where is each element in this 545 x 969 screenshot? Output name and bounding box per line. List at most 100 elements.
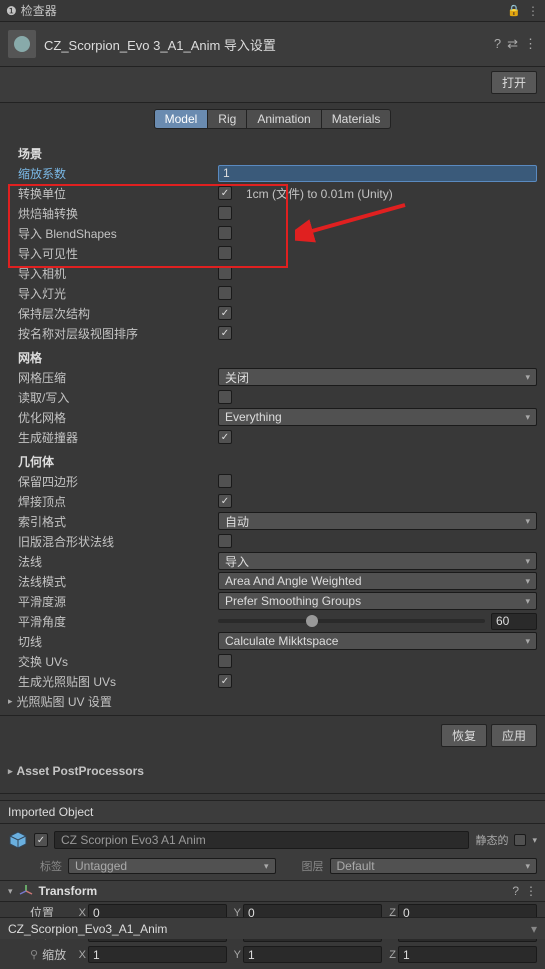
cameras-checkbox[interactable] [218, 266, 232, 280]
static-dropdown-icon[interactable]: ▾ [532, 835, 537, 846]
smoothing-source-dropdown[interactable]: Prefer Smoothing Groups [218, 592, 537, 610]
cameras-label: 导入相机 [18, 265, 218, 282]
blendshapes-checkbox[interactable] [218, 226, 232, 240]
lightmap-settings-foldout[interactable]: 光照贴图 UV 设置 [8, 691, 537, 711]
apply-button[interactable]: 应用 [491, 724, 537, 747]
inspector-title: ❶ 检查器 [6, 2, 507, 19]
tangents-dropdown[interactable]: Calculate Mikktspace [218, 632, 537, 650]
static-label: 静态的 [475, 832, 508, 848]
colliders-checkbox[interactable] [218, 430, 232, 444]
scale-factor-label: 缩放系数 [18, 165, 218, 182]
hierarchy-checkbox[interactable] [218, 306, 232, 320]
tab-animation[interactable]: Animation [247, 109, 321, 129]
object-enabled-checkbox[interactable] [34, 833, 48, 847]
postprocessors-foldout[interactable]: Asset PostProcessors [8, 761, 537, 781]
gen-lightmap-checkbox[interactable] [218, 674, 232, 688]
asset-header: CZ_Scorpion_Evo 3_A1_Anim 导入设置 ? ⇄ ⋮ [0, 22, 545, 67]
index-format-label: 索引格式 [18, 513, 218, 530]
bake-axis-label: 烘焙轴转换 [18, 205, 218, 222]
open-row: 打开 [0, 67, 545, 103]
open-button[interactable]: 打开 [491, 71, 537, 94]
visibility-label: 导入可见性 [18, 245, 218, 262]
convert-units-checkbox[interactable] [218, 186, 232, 200]
compression-dropdown[interactable]: 关闭 [218, 368, 537, 386]
transform-title: Transform [39, 884, 507, 898]
convert-units-label: 转换单位 [18, 185, 218, 202]
meshes-header: 网格 [18, 347, 537, 367]
keep-quads-label: 保留四边形 [18, 473, 218, 490]
tag-dropdown[interactable]: Untagged [68, 858, 276, 874]
normals-dropdown[interactable]: 导入 [218, 552, 537, 570]
normals-label: 法线 [18, 553, 218, 570]
weld-label: 焊接顶点 [18, 493, 218, 510]
transform-help-icon[interactable]: ? [512, 884, 519, 898]
scene-header: 场景 [18, 143, 537, 163]
optimize-dropdown[interactable]: Everything [218, 408, 537, 426]
revert-button[interactable]: 恢复 [441, 724, 487, 747]
scale-factor-input[interactable] [218, 165, 537, 182]
read-write-checkbox[interactable] [218, 390, 232, 404]
transform-header[interactable]: ▾ Transform ? ⋮ [0, 881, 545, 902]
convert-units-info: 1cm (文件) to 0.01m (Unity) [246, 185, 393, 202]
legacy-blend-label: 旧版混合形状法线 [18, 533, 218, 550]
tangents-label: 切线 [18, 633, 218, 650]
transform-foldout-icon[interactable]: ▾ [8, 886, 13, 897]
bake-axis-checkbox[interactable] [218, 206, 232, 220]
blendshapes-label: 导入 BlendShapes [18, 225, 218, 242]
tab-materials[interactable]: Materials [322, 109, 392, 129]
read-write-label: 读取/写入 [18, 389, 218, 406]
tag-label: 标签 [40, 858, 62, 874]
context-menu-icon[interactable]: ⋮ [527, 4, 539, 18]
colliders-label: 生成碰撞器 [18, 429, 218, 446]
lights-label: 导入灯光 [18, 285, 218, 302]
importer-tabs: Model Rig Animation Materials [0, 103, 545, 135]
object-header: CZ Scorpion Evo3 A1 Anim 静态的 ▾ [0, 824, 545, 856]
tab-model[interactable]: Model [154, 109, 209, 129]
layer-dropdown[interactable]: Default [330, 858, 538, 874]
smoothing-angle-slider[interactable] [218, 619, 485, 623]
gen-lightmap-label: 生成光照贴图 UVs [18, 673, 218, 690]
tag-layer-row: 标签 Untagged 图层 Default [0, 856, 545, 881]
index-format-dropdown[interactable]: 自动 [218, 512, 537, 530]
smoothing-angle-label: 平滑角度 [18, 613, 218, 630]
scale-label: 缩放 [42, 946, 66, 963]
scale-link-icon[interactable]: ⚲ [30, 948, 38, 961]
scale-x-input[interactable] [88, 946, 227, 963]
asset-menu-icon[interactable]: ⋮ [524, 36, 537, 52]
normals-mode-dropdown[interactable]: Area And Angle Weighted [218, 572, 537, 590]
scale-y-input[interactable] [243, 946, 382, 963]
swap-uvs-checkbox[interactable] [218, 654, 232, 668]
normals-mode-label: 法线模式 [18, 573, 218, 590]
sort-by-name-label: 按名称对层级视图排序 [18, 325, 218, 342]
weld-checkbox[interactable] [218, 494, 232, 508]
scale-z-input[interactable] [398, 946, 537, 963]
legacy-blend-checkbox[interactable] [218, 534, 232, 548]
object-name-field[interactable]: CZ Scorpion Evo3 A1 Anim [54, 831, 469, 849]
static-checkbox[interactable] [514, 834, 526, 846]
swap-uvs-label: 交换 UVs [18, 653, 218, 670]
prefab-icon [8, 830, 28, 850]
status-dropdown-icon[interactable]: ▾ [531, 922, 537, 936]
help-icon[interactable]: ? [494, 36, 501, 52]
asset-thumbnail [8, 30, 36, 58]
preset-icon[interactable]: ⇄ [507, 36, 518, 52]
status-bar: CZ_Scorpion_Evo3_A1_Anim ▾ [0, 917, 545, 939]
inspector-titlebar: ❶ 检查器 🔒 ⋮ [0, 0, 545, 22]
scene-panel: 场景 缩放系数 转换单位 1cm (文件) to 0.01m (Unity) 烘… [0, 135, 545, 715]
lights-checkbox[interactable] [218, 286, 232, 300]
smoothing-angle-input[interactable] [491, 613, 537, 630]
visibility-checkbox[interactable] [218, 246, 232, 260]
inspector-title-text: 检查器 [21, 2, 57, 19]
sort-by-name-checkbox[interactable] [218, 326, 232, 340]
tab-rig[interactable]: Rig [208, 109, 247, 129]
optimize-label: 优化网格 [18, 409, 218, 426]
keep-quads-checkbox[interactable] [218, 474, 232, 488]
lock-icon[interactable]: 🔒 [507, 4, 521, 18]
hierarchy-label: 保持层次结构 [18, 305, 218, 322]
transform-menu-icon[interactable]: ⋮ [525, 884, 537, 898]
smoothing-source-label: 平滑度源 [18, 593, 218, 610]
geometry-header: 几何体 [18, 451, 537, 471]
footer-buttons: 恢复 应用 [0, 715, 545, 755]
inspector-icon: ❶ [6, 4, 17, 18]
compression-label: 网格压缩 [18, 369, 218, 386]
